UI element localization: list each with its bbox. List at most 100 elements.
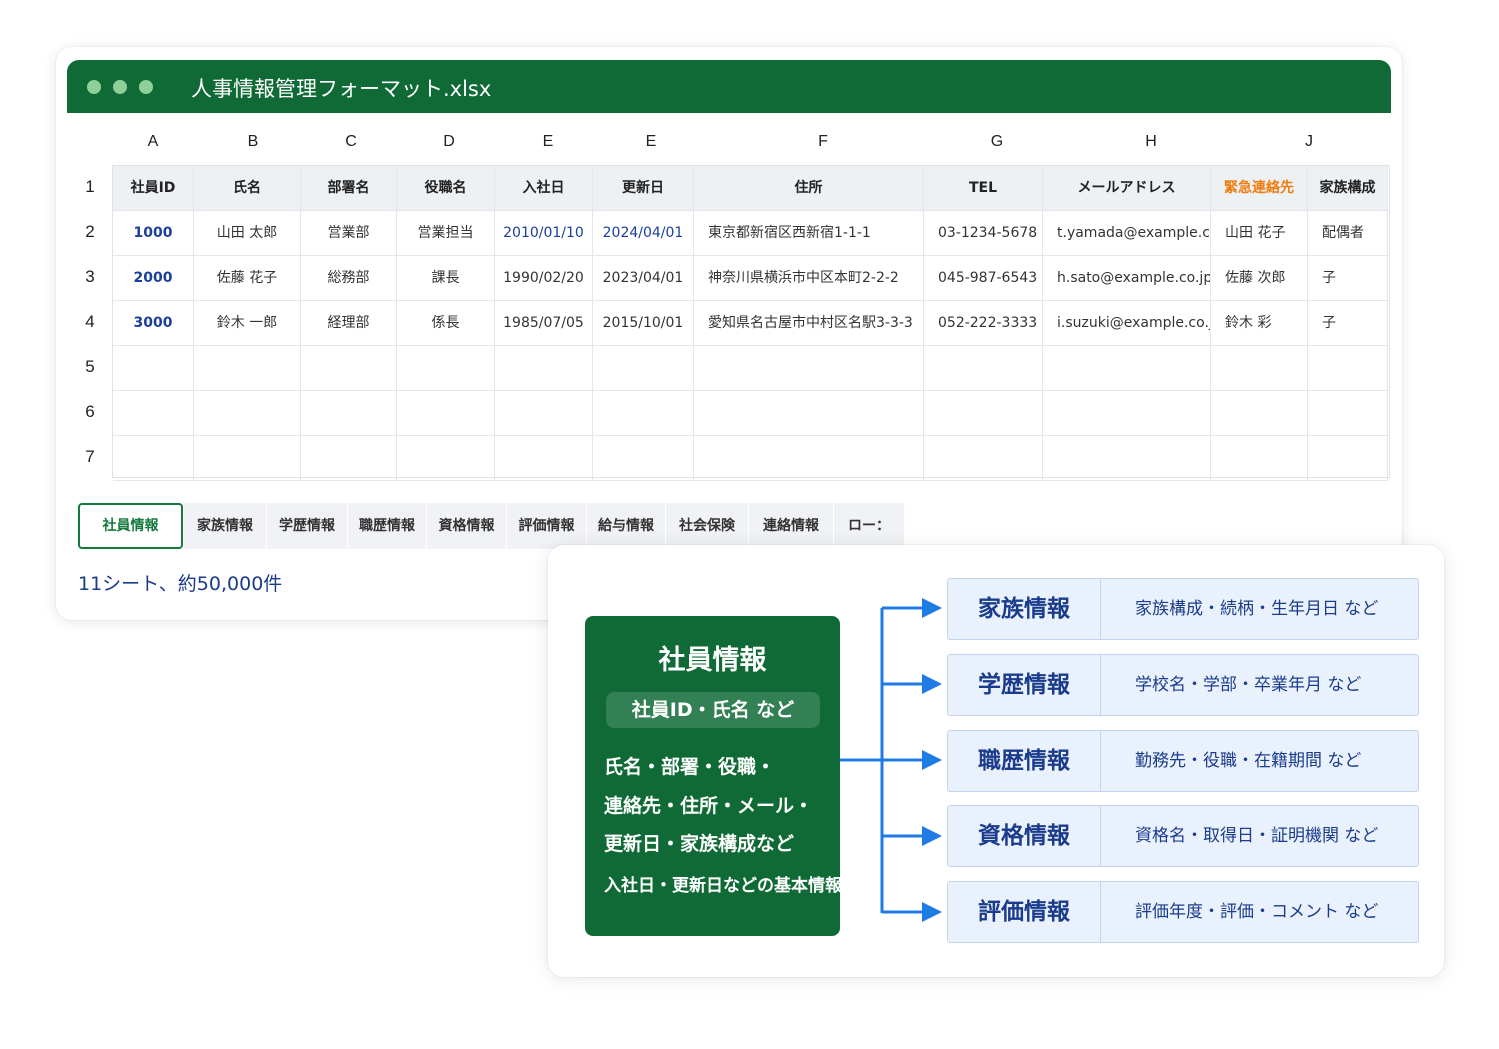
table-cell[interactable]: 山田 花子 bbox=[1211, 211, 1308, 256]
empty-cell[interactable] bbox=[301, 391, 397, 436]
column-letter[interactable]: G bbox=[977, 133, 1017, 151]
empty-cell[interactable] bbox=[194, 346, 301, 391]
header-cell[interactable]: 緊急連絡先 bbox=[1211, 166, 1308, 211]
table-cell[interactable]: 2024/04/01 bbox=[593, 211, 694, 256]
table-cell[interactable]: 鈴木 彩 bbox=[1211, 301, 1308, 346]
empty-cell[interactable] bbox=[495, 346, 593, 391]
header-cell[interactable]: 部署名 bbox=[301, 166, 397, 211]
table-cell[interactable]: 佐藤 花子 bbox=[194, 256, 301, 301]
header-cell[interactable]: 家族構成 bbox=[1308, 166, 1388, 211]
table-cell[interactable]: 03-1234-5678 bbox=[924, 211, 1043, 256]
table-cell[interactable]: 佐藤 次郎 bbox=[1211, 256, 1308, 301]
table-cell[interactable]: 045-987-6543 bbox=[924, 256, 1043, 301]
empty-cell[interactable] bbox=[113, 436, 194, 481]
empty-cell[interactable] bbox=[1211, 436, 1308, 481]
table-cell[interactable]: 係長 bbox=[397, 301, 495, 346]
empty-cell[interactable] bbox=[593, 436, 694, 481]
table-cell[interactable]: 子 bbox=[1308, 256, 1388, 301]
empty-cell[interactable] bbox=[593, 346, 694, 391]
table-cell[interactable]: 3000 bbox=[113, 301, 194, 346]
header-cell[interactable]: 住所 bbox=[694, 166, 924, 211]
empty-cell[interactable] bbox=[694, 391, 924, 436]
table-cell[interactable]: 1985/07/05 bbox=[495, 301, 593, 346]
empty-cell[interactable] bbox=[397, 391, 495, 436]
table-cell[interactable]: 経理部 bbox=[301, 301, 397, 346]
sheet-tab[interactable]: 学歴情報 bbox=[267, 503, 347, 549]
sheet-tab[interactable]: ロー： bbox=[834, 503, 904, 549]
empty-cell[interactable] bbox=[694, 346, 924, 391]
table-cell[interactable]: h.sato@example.co.jp bbox=[1043, 256, 1211, 301]
column-letter[interactable]: A bbox=[133, 133, 173, 151]
table-cell[interactable]: 山田 太郎 bbox=[194, 211, 301, 256]
sheet-tab[interactable]: 職歴情報 bbox=[348, 503, 426, 549]
empty-cell[interactable] bbox=[301, 346, 397, 391]
header-cell[interactable]: TEL bbox=[924, 166, 1043, 211]
empty-cell[interactable] bbox=[924, 436, 1043, 481]
table-cell[interactable]: 神奈川県横浜市中区本町2-2-2 bbox=[694, 256, 924, 301]
empty-cell[interactable] bbox=[113, 391, 194, 436]
table-cell[interactable]: 配偶者 bbox=[1308, 211, 1388, 256]
table-cell[interactable]: 営業担当 bbox=[397, 211, 495, 256]
sheet-tab[interactable]: 連絡情報 bbox=[749, 503, 833, 549]
empty-cell[interactable] bbox=[1043, 436, 1211, 481]
header-cell[interactable]: 役職名 bbox=[397, 166, 495, 211]
row-number[interactable]: 4 bbox=[75, 312, 105, 332]
column-letter[interactable]: E bbox=[528, 133, 568, 151]
row-number[interactable]: 7 bbox=[75, 447, 105, 467]
column-letter[interactable]: D bbox=[429, 133, 469, 151]
header-cell[interactable]: 入社日 bbox=[495, 166, 593, 211]
column-letter[interactable]: B bbox=[233, 133, 273, 151]
header-cell[interactable]: メールアドレス bbox=[1043, 166, 1211, 211]
row-number[interactable]: 1 bbox=[75, 177, 105, 197]
table-cell[interactable]: 2023/04/01 bbox=[593, 256, 694, 301]
sheet-tab[interactable]: 給与情報 bbox=[587, 503, 665, 549]
empty-cell[interactable] bbox=[924, 391, 1043, 436]
header-cell[interactable]: 氏名 bbox=[194, 166, 301, 211]
table-cell[interactable]: 子 bbox=[1308, 301, 1388, 346]
empty-cell[interactable] bbox=[1211, 346, 1308, 391]
table-cell[interactable]: 総務部 bbox=[301, 256, 397, 301]
row-number[interactable]: 3 bbox=[75, 267, 105, 287]
row-number[interactable]: 5 bbox=[75, 357, 105, 377]
sheet-tab[interactable]: 社員情報 bbox=[78, 503, 183, 549]
table-cell[interactable]: 2000 bbox=[113, 256, 194, 301]
empty-cell[interactable] bbox=[397, 346, 495, 391]
empty-cell[interactable] bbox=[397, 436, 495, 481]
column-letter[interactable]: H bbox=[1131, 133, 1171, 151]
table-cell[interactable]: 営業部 bbox=[301, 211, 397, 256]
empty-cell[interactable] bbox=[924, 346, 1043, 391]
empty-cell[interactable] bbox=[495, 436, 593, 481]
empty-cell[interactable] bbox=[593, 391, 694, 436]
empty-cell[interactable] bbox=[1211, 391, 1308, 436]
header-cell[interactable]: 更新日 bbox=[593, 166, 694, 211]
column-letter[interactable]: F bbox=[803, 133, 843, 151]
empty-cell[interactable] bbox=[194, 436, 301, 481]
row-number[interactable]: 6 bbox=[75, 402, 105, 422]
column-letter[interactable]: E bbox=[631, 133, 671, 151]
empty-cell[interactable] bbox=[301, 436, 397, 481]
table-cell[interactable]: 052-222-3333 bbox=[924, 301, 1043, 346]
table-cell[interactable]: i.suzuki@example.co.jp bbox=[1043, 301, 1211, 346]
column-letter[interactable]: C bbox=[331, 133, 371, 151]
table-cell[interactable]: 課長 bbox=[397, 256, 495, 301]
empty-cell[interactable] bbox=[1308, 346, 1388, 391]
table-cell[interactable]: 1990/02/20 bbox=[495, 256, 593, 301]
sheet-tab[interactable]: 評価情報 bbox=[507, 503, 586, 549]
table-cell[interactable]: t.yamada@example.co.jp bbox=[1043, 211, 1211, 256]
empty-cell[interactable] bbox=[113, 346, 194, 391]
sheet-tab[interactable]: 家族情報 bbox=[184, 503, 266, 549]
table-cell[interactable]: 2010/01/10 bbox=[495, 211, 593, 256]
window-dot-minimize[interactable] bbox=[113, 80, 127, 94]
sheet-tab[interactable]: 社会保険 bbox=[666, 503, 748, 549]
table-cell[interactable]: 東京都新宿区西新宿1-1-1 bbox=[694, 211, 924, 256]
window-dot-close[interactable] bbox=[87, 80, 101, 94]
empty-cell[interactable] bbox=[1308, 391, 1388, 436]
header-cell[interactable]: 社員ID bbox=[113, 166, 194, 211]
empty-cell[interactable] bbox=[194, 391, 301, 436]
sheet-tab[interactable]: 資格情報 bbox=[427, 503, 506, 549]
empty-cell[interactable] bbox=[1043, 346, 1211, 391]
column-letter[interactable]: J bbox=[1289, 133, 1329, 151]
table-cell[interactable]: 鈴木 一郎 bbox=[194, 301, 301, 346]
table-cell[interactable]: 1000 bbox=[113, 211, 194, 256]
window-dot-maximize[interactable] bbox=[139, 80, 153, 94]
